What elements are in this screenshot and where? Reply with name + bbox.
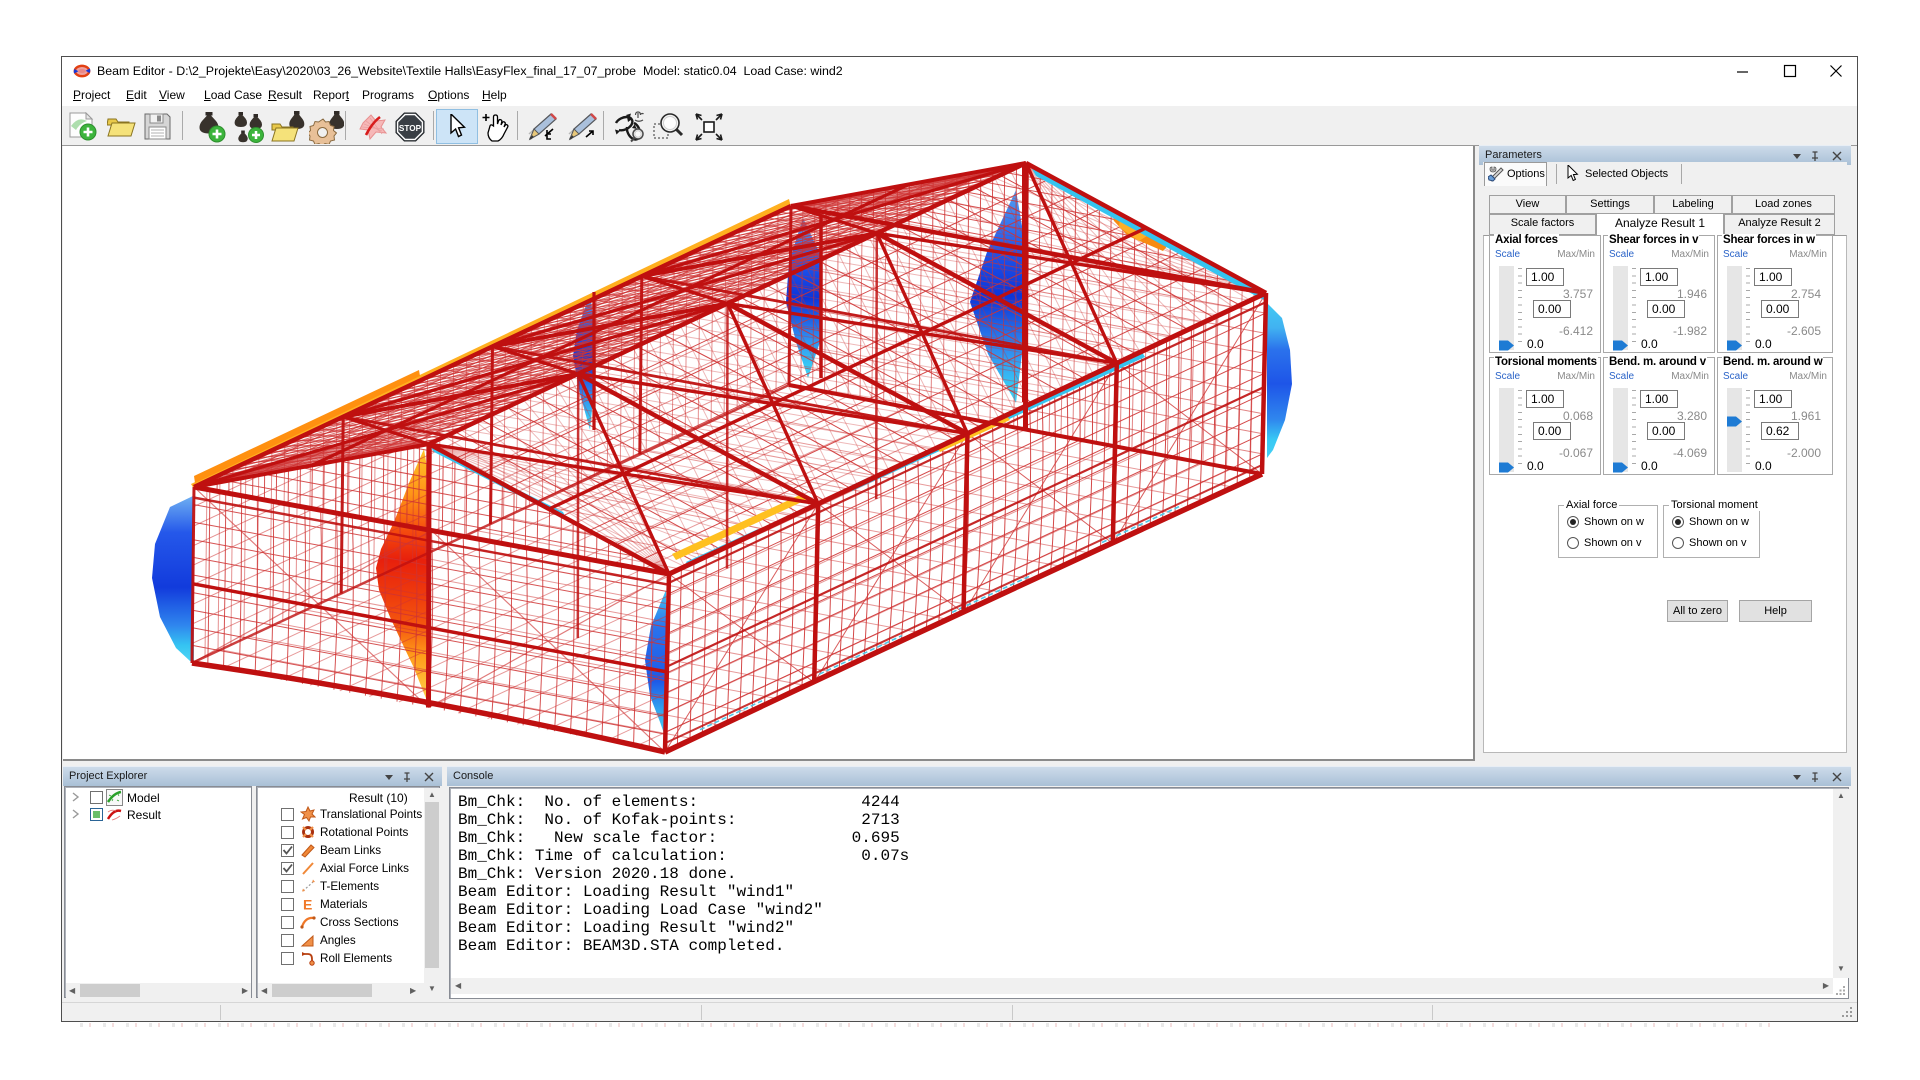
svg-text:STOP: STOP <box>399 124 422 133</box>
svg-text:E: E <box>303 897 312 913</box>
